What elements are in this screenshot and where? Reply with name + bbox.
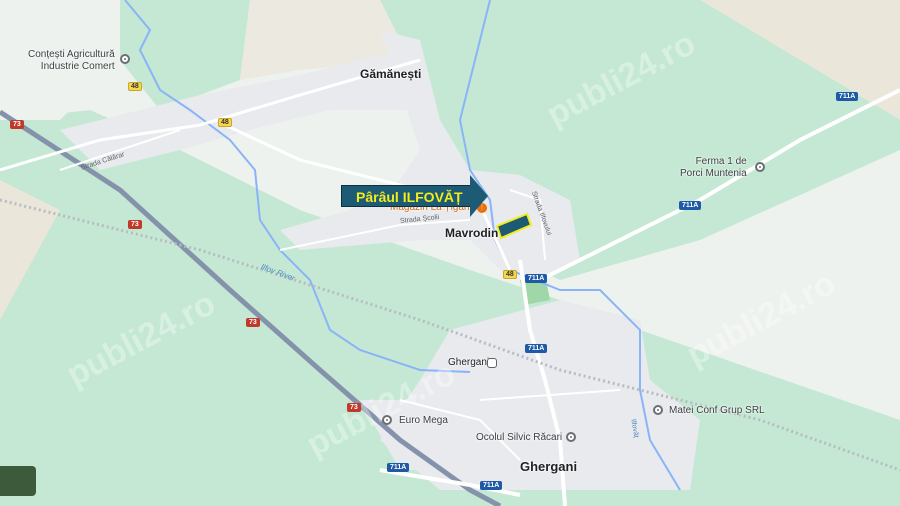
poi-contesti[interactable]: Conțești Agricultură Industrie Comert bbox=[28, 49, 115, 73]
map-view[interactable]: publi24.ro publi24.ro publi24.ro publi24… bbox=[0, 0, 900, 506]
poi-ferma[interactable]: Ferma 1 de Porci Muntenia bbox=[680, 156, 747, 180]
callout-arrow-label: Pârâul ILFOVĂȚ bbox=[341, 185, 471, 207]
layer-toggle-thumbnail[interactable] bbox=[0, 466, 36, 496]
poi-matei[interactable]: Matei Conf Grup SRL bbox=[669, 405, 765, 417]
poi-ocolul[interactable]: Ocolul Silvic Răcari bbox=[476, 432, 562, 444]
road-shield-48: 48 bbox=[503, 270, 517, 279]
map-base-layer bbox=[0, 0, 900, 506]
place-mavrodin[interactable]: Mavrodin bbox=[445, 226, 498, 240]
place-pin-icon[interactable] bbox=[566, 432, 576, 442]
poi-euromega[interactable]: Euro Mega bbox=[399, 415, 448, 427]
road-shield-711a: 711A bbox=[836, 92, 859, 101]
place-pin-icon[interactable] bbox=[653, 405, 663, 415]
road-shield-73: 73 bbox=[246, 318, 260, 327]
road-shield-711a: 711A bbox=[387, 463, 410, 472]
callout-arrow-head bbox=[470, 175, 488, 217]
place-ghergani[interactable]: Ghergani bbox=[520, 459, 577, 474]
road-shield-73: 73 bbox=[10, 120, 24, 129]
place-pin-icon[interactable] bbox=[755, 162, 765, 172]
road-shield-711a: 711A bbox=[525, 274, 548, 283]
road-shield-711a: 711A bbox=[679, 201, 702, 210]
station-ghergani[interactable]: Ghergani bbox=[448, 357, 489, 368]
road-shield-73: 73 bbox=[347, 403, 361, 412]
road-shield-711a: 711A bbox=[480, 481, 503, 490]
road-shield-711a: 711A bbox=[525, 344, 548, 353]
place-gamanesti[interactable]: Gămănești bbox=[360, 67, 421, 81]
place-pin-icon[interactable] bbox=[120, 54, 130, 64]
road-shield-48: 48 bbox=[128, 82, 142, 91]
train-station-icon[interactable] bbox=[487, 358, 497, 368]
road-shield-48: 48 bbox=[218, 118, 232, 127]
place-pin-icon[interactable] bbox=[382, 415, 392, 425]
road-shield-73: 73 bbox=[128, 220, 142, 229]
